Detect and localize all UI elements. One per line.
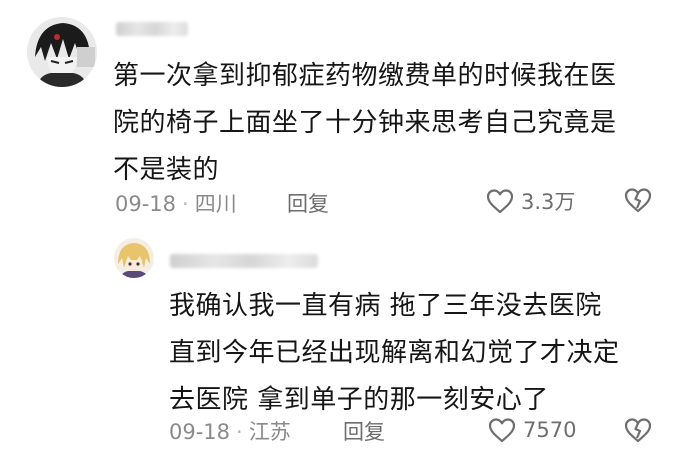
comment-line: 第一次拿到抑郁症药物缴费单的时候我在医: [113, 61, 617, 91]
reply-button[interactable]: 回复: [287, 192, 329, 216]
comment-location: 江苏: [248, 420, 291, 444]
comment-line: 直到今年已经出现解离和幻觉了才决定: [169, 338, 620, 368]
broken-heart-icon: [624, 188, 652, 213]
comment-date: 09-18: [169, 420, 231, 444]
comment-line: 我确认我一直有病 拖了三年没去医院: [169, 291, 602, 321]
like-button[interactable]: 3.3万: [485, 186, 575, 216]
reply-button[interactable]: 回复: [343, 420, 385, 444]
username-blurred[interactable]: [170, 254, 318, 268]
broken-heart-icon: [624, 418, 652, 443]
comment-line: 院的椅子上面坐了十分钟来思考自己究竟是: [113, 108, 617, 138]
comment-location: 四川: [194, 192, 237, 216]
like-count: 7570: [523, 418, 577, 442]
comment-date: 09-18: [115, 192, 177, 216]
like-button[interactable]: 7570: [487, 416, 576, 444]
like-count: 3.3万: [521, 190, 576, 214]
dislike-button[interactable]: [623, 186, 653, 218]
dislike-button[interactable]: [623, 416, 653, 448]
comment-meta: 09-18 · 江苏: [169, 420, 291, 444]
username-blurred[interactable]: [116, 22, 188, 36]
comment-meta: 09-18 · 四川: [115, 192, 237, 216]
heart-outline-icon: [486, 189, 514, 214]
avatar[interactable]: [114, 238, 154, 278]
heart-outline-icon: [488, 418, 516, 443]
comment-line: 不是装的: [113, 155, 220, 185]
avatar[interactable]: [27, 17, 97, 87]
